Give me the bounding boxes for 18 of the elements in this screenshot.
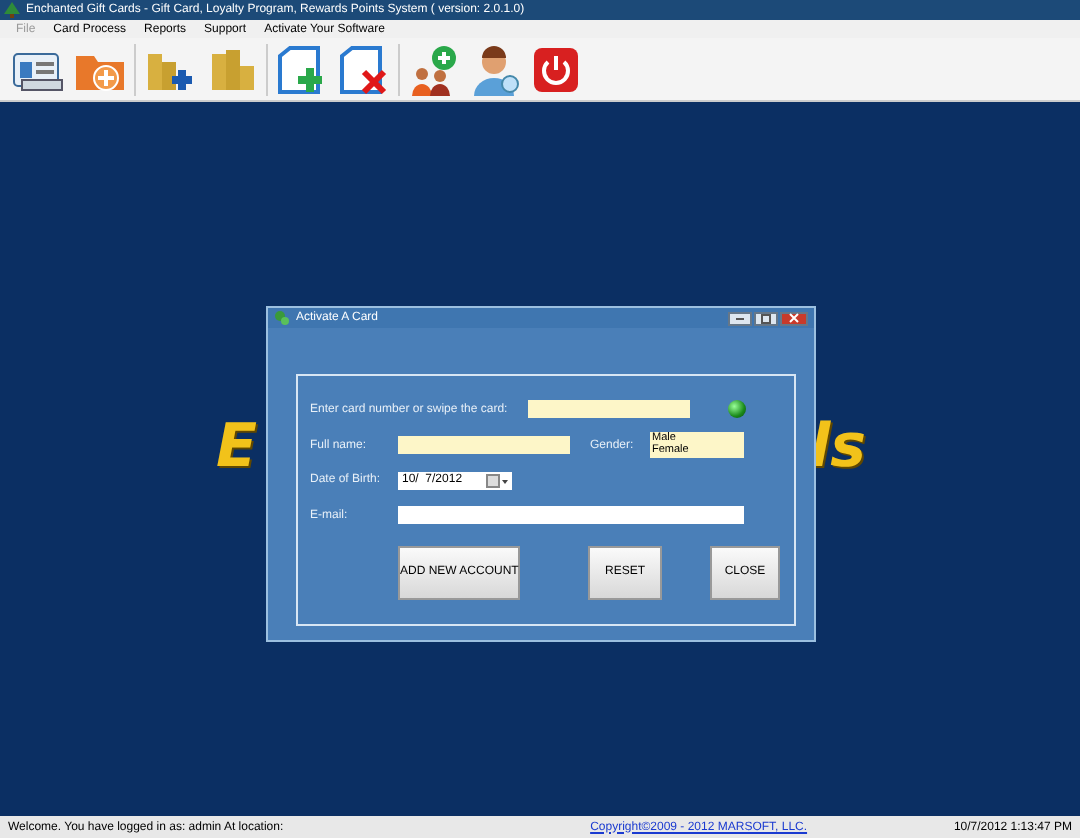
users-add-icon[interactable] [406,43,462,95]
close-button[interactable] [780,311,808,325]
email-field[interactable] [398,506,744,525]
tree-icon [4,2,20,18]
card-delete-icon[interactable] [336,43,392,95]
full-name-field[interactable] [398,436,570,454]
calendar-icon[interactable] [486,473,508,488]
close-icon [788,312,800,324]
logo-text: ls [809,418,866,478]
power-icon[interactable] [530,43,582,95]
minimize-icon [734,314,746,322]
status-light-icon [727,400,746,419]
leaf-icon [274,310,290,326]
minimize-button[interactable] [728,311,752,325]
maximize-button[interactable] [754,311,778,325]
user-search-icon[interactable] [468,43,524,95]
logo-text: E [216,418,257,478]
card-number-field[interactable] [527,400,690,419]
